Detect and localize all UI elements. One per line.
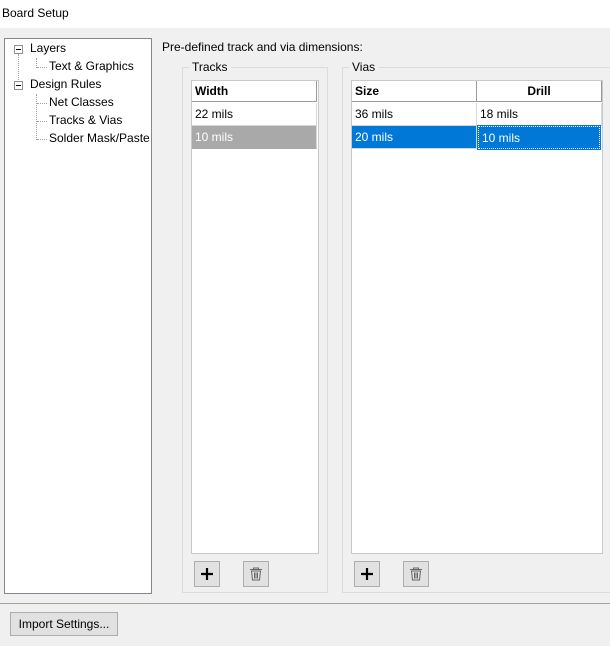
tree-item-net-classes[interactable]: Net Classes	[49, 94, 114, 111]
tree-item-text-graphics[interactable]: Text & Graphics	[49, 58, 134, 75]
table-row[interactable]: 22 mils	[192, 103, 317, 126]
delete-track-button[interactable]	[243, 561, 269, 587]
footer-divider	[0, 603, 610, 604]
import-settings-button[interactable]: Import Settings...	[10, 612, 118, 636]
plus-icon	[361, 568, 373, 580]
tracks-group: Tracks Width 22 mils 10 mils	[182, 60, 328, 593]
via-size-cell[interactable]: 20 mils	[352, 126, 477, 149]
tree-item-solder-mask-paste[interactable]: Solder Mask/Paste	[49, 130, 150, 147]
settings-tree[interactable]: Layers Text & Graphics Design Rules Net …	[4, 38, 152, 594]
tree-item-design-rules[interactable]: Design Rules	[30, 76, 101, 93]
title-bar: Board Setup	[0, 0, 610, 28]
vias-grid[interactable]: Size Drill 36 mils 18 mils 20 mils 10 mi…	[351, 80, 603, 554]
vias-group-label: Vias	[349, 60, 379, 74]
tree-guide	[36, 94, 37, 140]
table-row[interactable]: 20 mils 10 mils	[352, 125, 601, 150]
tree-guide	[37, 67, 47, 68]
column-header-drill[interactable]: Drill	[477, 81, 602, 102]
tree-item-layers[interactable]: Layers	[30, 40, 66, 57]
tracks-grid-header: Width	[192, 81, 317, 103]
vias-group: Vias Size Drill 36 mils 18 mils 20 mils …	[342, 60, 610, 593]
vias-grid-header: Size Drill	[352, 81, 602, 103]
via-size-cell[interactable]: 36 mils	[352, 103, 477, 126]
tracks-group-label: Tracks	[189, 60, 231, 74]
delete-via-button[interactable]	[403, 561, 429, 587]
tree-guide	[37, 121, 47, 122]
table-row[interactable]: 10 mils	[192, 126, 317, 149]
tracks-grid[interactable]: Width 22 mils 10 mils	[191, 80, 319, 554]
table-row[interactable]: 36 mils 18 mils	[352, 103, 602, 126]
panel-heading: Pre-defined track and via dimensions:	[162, 40, 363, 54]
plus-icon	[201, 568, 213, 580]
column-header-size[interactable]: Size	[352, 81, 477, 102]
window-title: Board Setup	[2, 6, 69, 20]
collapse-icon[interactable]	[14, 45, 23, 54]
trash-icon	[410, 567, 422, 581]
collapse-icon[interactable]	[14, 81, 23, 90]
tree-item-tracks-vias[interactable]: Tracks & Vias	[49, 112, 122, 129]
add-via-button[interactable]	[354, 561, 380, 587]
via-drill-cell[interactable]: 10 mils	[477, 125, 601, 150]
trash-icon	[250, 567, 262, 581]
tree-guide	[37, 139, 47, 140]
column-header-width[interactable]: Width	[192, 81, 317, 102]
via-drill-cell[interactable]: 18 mils	[477, 103, 602, 126]
add-track-button[interactable]	[194, 561, 220, 587]
track-width-cell[interactable]: 10 mils	[192, 126, 317, 149]
tree-guide	[37, 103, 47, 104]
track-width-cell[interactable]: 22 mils	[192, 103, 317, 126]
